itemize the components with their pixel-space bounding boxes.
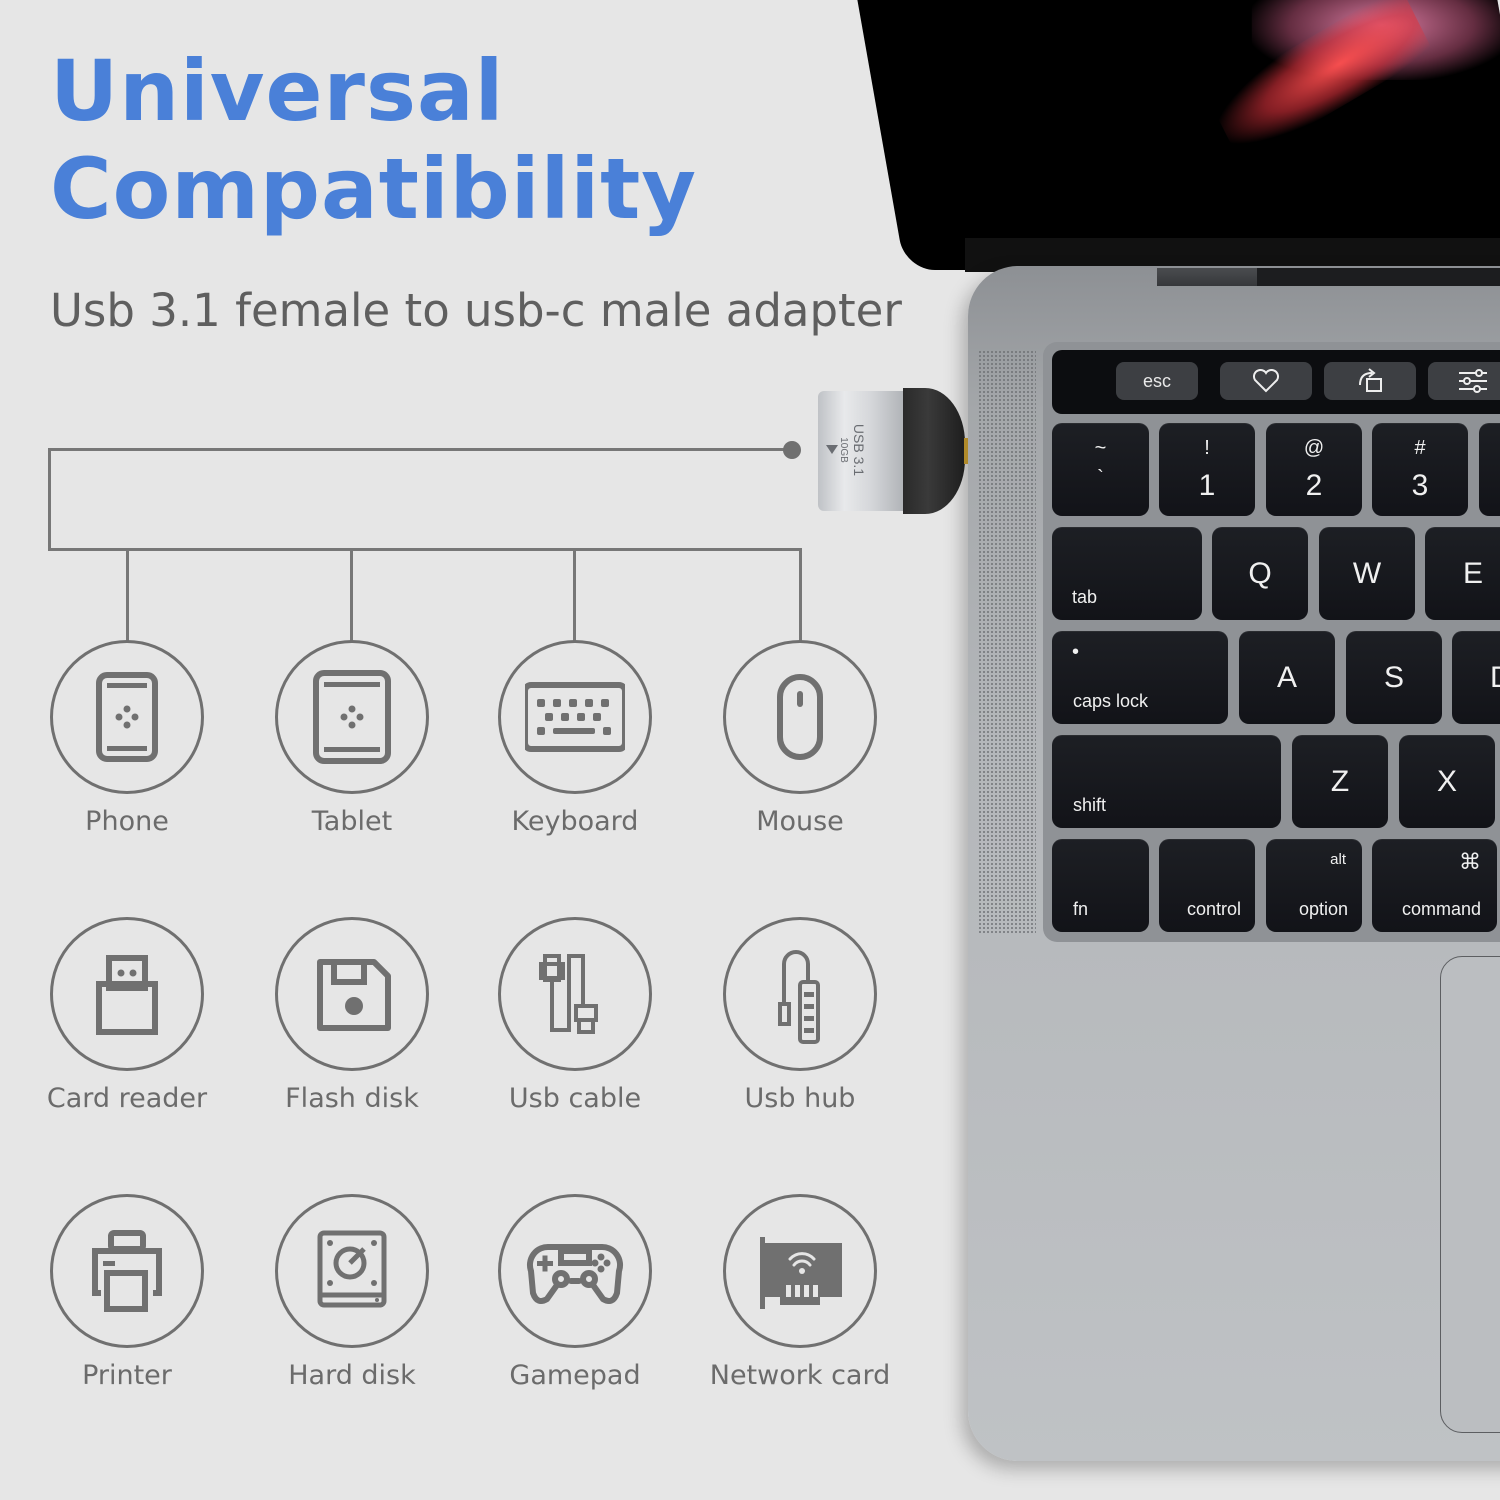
laptop-screen [853, 0, 1500, 270]
device-label: Flash disk [285, 1083, 419, 1114]
device-label: Card reader [46, 1083, 208, 1114]
phone-icon [96, 672, 158, 762]
key-fn[interactable]: fn [1052, 839, 1149, 932]
touchbar-rotate-button[interactable] [1324, 362, 1416, 400]
device-label: Keyboard [511, 806, 639, 837]
key-2[interactable]: @ 2 [1266, 423, 1362, 516]
mouse-icon [777, 674, 823, 760]
device-keyboard: Keyboard [460, 640, 690, 837]
device-hard-disk: Hard disk [237, 1194, 467, 1391]
adapter-label: USB 3.1 10GB [836, 423, 867, 477]
device-circle [498, 1194, 652, 1348]
headline: Universal Compatibility [50, 42, 697, 238]
key-shift[interactable]: shift [1052, 735, 1281, 828]
key-w[interactable]: W [1319, 527, 1415, 620]
key-z[interactable]: Z [1292, 735, 1388, 828]
key-option[interactable]: alt option [1266, 839, 1362, 932]
key-control[interactable]: control [1159, 839, 1255, 932]
hard-disk-icon [317, 1230, 387, 1308]
headline-line-2: Compatibility [50, 140, 698, 238]
usb-hub-icon [778, 950, 820, 1044]
laptop-hinge-dark [1257, 268, 1500, 286]
device-circle [723, 640, 877, 794]
esc-label: esc [1142, 370, 1171, 391]
flash-disk-icon [317, 959, 391, 1031]
sliders-icon [1459, 369, 1487, 393]
key-3[interactable]: # 3 [1372, 423, 1468, 516]
key-s[interactable]: S [1346, 631, 1442, 724]
connector-drop-tablet [350, 548, 353, 642]
connector-endpoint-dot [783, 441, 801, 459]
device-label: Network card [709, 1360, 891, 1391]
device-usb-cable: Usb cable [460, 917, 690, 1114]
gamepad-icon [526, 1243, 624, 1304]
device-printer: Printer [12, 1194, 242, 1391]
device-circle [50, 917, 204, 1071]
network-card-icon [760, 1237, 842, 1309]
device-flash-disk: Flash disk [237, 917, 467, 1114]
device-label: Mouse [756, 806, 844, 837]
device-label: Hard disk [288, 1360, 416, 1391]
device-gamepad: Gamepad [460, 1194, 690, 1391]
device-label: Gamepad [509, 1360, 641, 1391]
heart-icon [1252, 369, 1280, 393]
touchbar-esc-button[interactable]: esc [1116, 362, 1198, 400]
device-tablet: Tablet [237, 640, 467, 837]
key-backtick[interactable]: ~ ` [1052, 423, 1149, 516]
card-reader-icon [96, 955, 158, 1035]
trackpad[interactable] [1440, 956, 1500, 1433]
device-circle [275, 1194, 429, 1348]
adapter-label-main: USB 3.1 [851, 423, 867, 477]
connector-drop-mouse [799, 548, 802, 642]
adapter-pin [964, 438, 968, 464]
key-command[interactable]: ⌘ command [1372, 839, 1497, 932]
key-d[interactable]: D [1452, 631, 1500, 724]
device-circle [275, 640, 429, 794]
device-label: Phone [85, 806, 169, 837]
key-caps-lock[interactable]: • caps lock [1052, 631, 1228, 724]
headline-line-1: Universal [50, 42, 505, 140]
device-circle [50, 1194, 204, 1348]
device-label: Tablet [311, 806, 393, 837]
usb-adapter: USB 3.1 10GB [818, 388, 968, 514]
device-phone: Phone [12, 640, 242, 837]
device-circle [723, 917, 877, 1071]
keyboard-icon [525, 682, 625, 752]
touchbar-favorite-button[interactable] [1220, 362, 1312, 400]
device-circle [723, 1194, 877, 1348]
speaker-grille [978, 350, 1036, 935]
printer-icon [92, 1230, 162, 1312]
usb-cable-icon [539, 954, 598, 1034]
device-label: Printer [82, 1360, 172, 1391]
connector-line-left [48, 448, 51, 551]
key-a[interactable]: A [1239, 631, 1335, 724]
key-4-partial[interactable] [1479, 423, 1500, 516]
adapter-label-speed: 10GB [838, 437, 849, 463]
rotate-icon [1359, 368, 1382, 392]
key-1[interactable]: ! 1 [1159, 423, 1255, 516]
device-label: Usb cable [508, 1083, 642, 1114]
adapter-usb-c-plug [903, 388, 965, 514]
device-usb-hub: Usb hub [685, 917, 915, 1114]
laptop-hinge [1157, 268, 1257, 286]
subtitle: Usb 3.1 female to usb-c male adapter [50, 284, 902, 337]
key-tab[interactable]: tab [1052, 527, 1202, 620]
tablet-icon [313, 670, 391, 764]
device-mouse: Mouse [685, 640, 915, 837]
device-label: Usb hub [744, 1083, 856, 1114]
device-network-card: Network card [685, 1194, 915, 1391]
key-q[interactable]: Q [1212, 527, 1308, 620]
device-card-reader: Card reader [12, 917, 242, 1114]
connector-drop-keyboard [573, 548, 576, 642]
connector-line-bottom [48, 548, 802, 551]
key-e[interactable]: E [1425, 527, 1500, 620]
device-circle [498, 640, 652, 794]
device-circle [498, 917, 652, 1071]
touchbar-settings-button[interactable] [1428, 362, 1500, 400]
device-circle [275, 917, 429, 1071]
device-circle [50, 640, 204, 794]
key-x[interactable]: X [1399, 735, 1495, 828]
connector-line-top [48, 448, 794, 451]
connector-drop-phone [126, 548, 129, 642]
